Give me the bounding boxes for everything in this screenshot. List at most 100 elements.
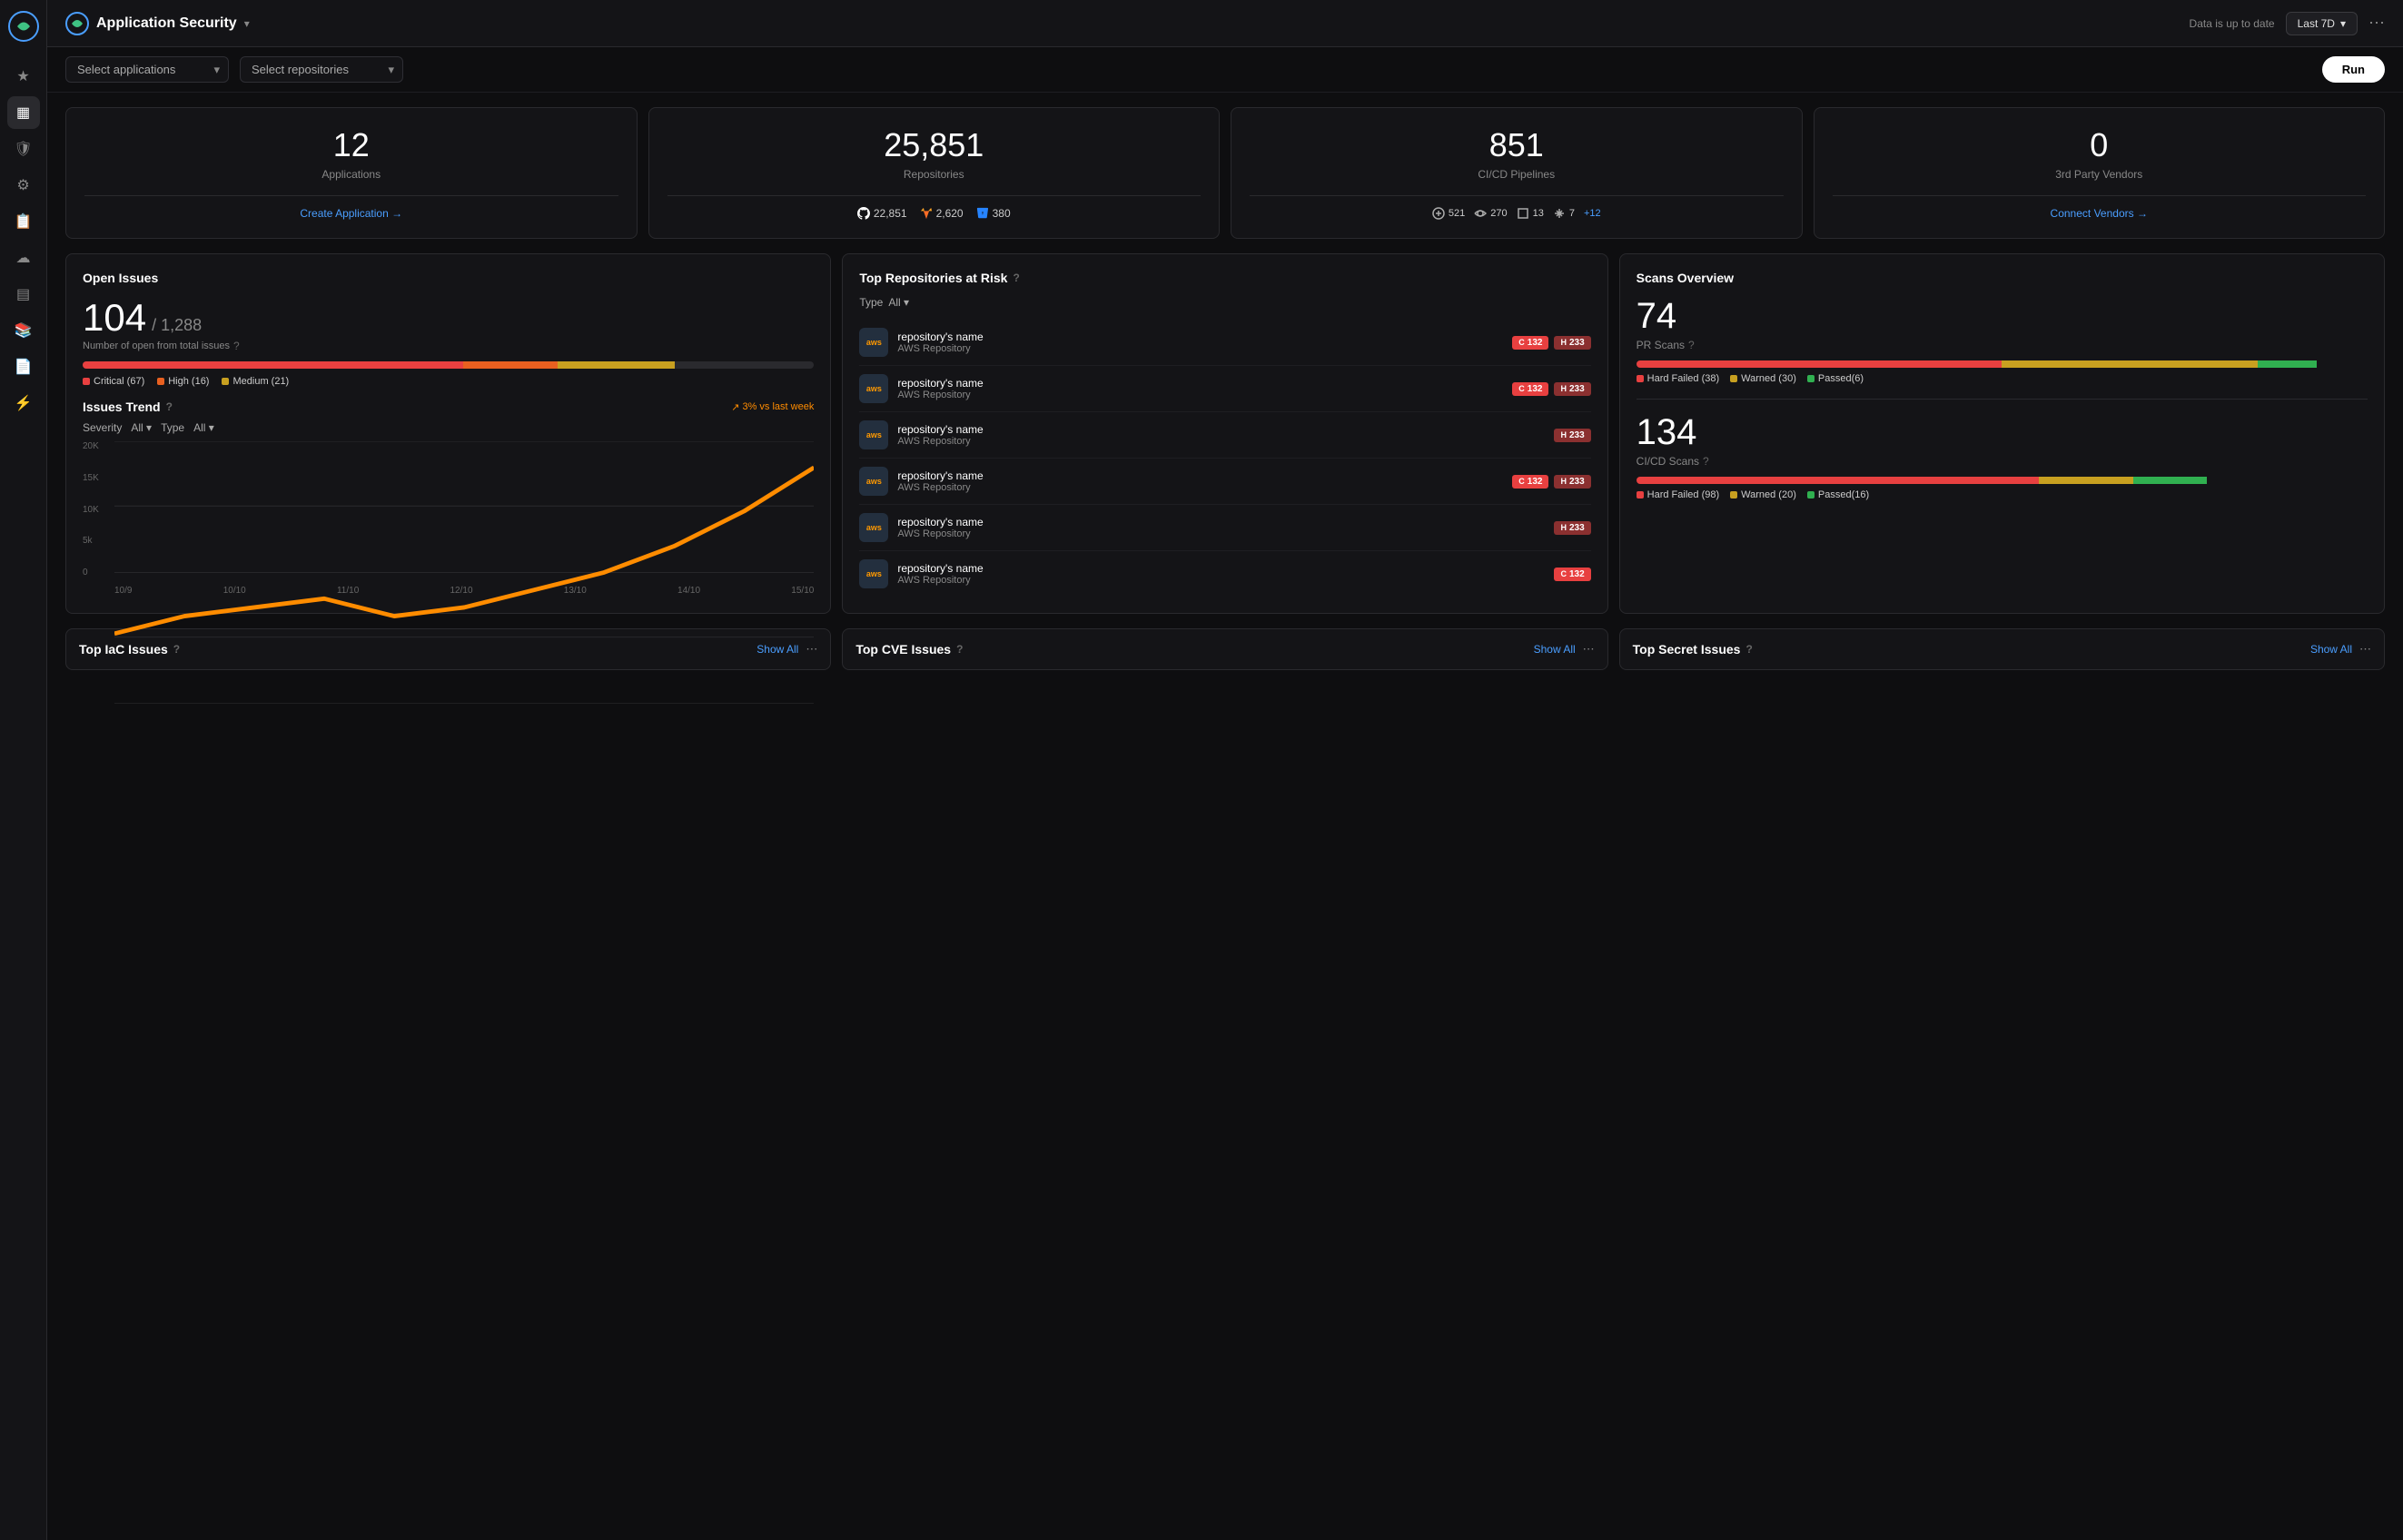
header-logo-icon [65,12,89,35]
sidebar-item-layers[interactable]: 📚 [7,314,40,347]
repo-item-1[interactable]: aws repository's name AWS Repository C 1… [859,320,1590,366]
pr-scans-section: 74 PR Scans ? Hard Failed (38) [1637,296,2368,384]
sidebar: ★ ▦ 🛡 ⚙ 📋 ☁ ▤ 📚 📄 ⚡ [0,0,47,1540]
sidebar-item-cloud[interactable]: ☁ [7,242,40,274]
top-secret-card: Top Secret Issues ? Show All ⋯ [1619,628,2385,670]
pr-scans-bar [1637,360,2368,368]
pr-warned-label: Warned (30) [1741,373,1796,384]
trend-label: vs last week [759,401,814,412]
repo-type-6: AWS Repository [897,575,1545,586]
open-issues-desc: Number of open from total issues ? [83,340,814,352]
create-application-link[interactable]: Create Application → [84,207,618,220]
cve-show-all[interactable]: Show All [1534,643,1576,656]
pr-passed-legend: Passed(6) [1807,373,1864,384]
title-chevron[interactable]: ▾ [244,17,250,30]
header-more-button[interactable]: ⋯ [2368,14,2385,33]
sidebar-item-grid[interactable]: ▤ [7,278,40,311]
cicd-item-2: 270 [1474,207,1507,220]
secret-help-icon[interactable]: ? [1745,643,1752,656]
legend-medium-dot [222,378,229,385]
cicd-scans-label: CI/CD Scans ? [1637,455,2368,468]
cicd-scans-help-icon[interactable]: ? [1703,455,1709,468]
cve-help-icon[interactable]: ? [956,643,963,656]
applications-select[interactable]: Select applications [65,56,229,83]
cicd-scans-bar [1637,477,2368,484]
secret-show-all[interactable]: Show All [2310,643,2352,656]
issues-trend-header: Issues Trend ? ↗ 3% vs last week [83,400,814,414]
cve-actions: Show All ⋯ [1534,642,1595,656]
repo-name-6: repository's name [897,562,1545,575]
repositories-label: Repositories [668,168,1202,181]
sidebar-item-home[interactable]: ★ [7,60,40,93]
pr-warned-bar [2002,360,2258,368]
repos-type-select[interactable]: All ▾ [888,296,909,309]
severity-filter[interactable]: All ▾ [131,421,152,434]
secret-more-button[interactable]: ⋯ [2359,642,2371,656]
cicd-scans-number: 134 [1637,412,2368,453]
cicd-scans-section: 134 CI/CD Scans ? Hard Failed (98) [1637,412,2368,500]
top-repos-help-icon[interactable]: ? [1013,271,1019,284]
applications-number: 12 [84,126,618,164]
badge-high-5: H 233 [1554,521,1590,535]
trend-arrow: ↗ [731,401,739,413]
toolbar: Select applications Select repositories … [47,47,2403,93]
repo-badges-3: H 233 [1554,429,1590,442]
github-icon [857,207,870,220]
page-content: 12 Applications Create Application → 25,… [47,93,2403,1540]
type-filter[interactable]: All ▾ [193,421,214,434]
secret-card-header: Top Secret Issues ? Show All ⋯ [1633,642,2371,656]
sidebar-item-reports[interactable]: 📋 [7,205,40,238]
repositories-select[interactable]: Select repositories [240,56,403,83]
repositories-icons: 22,851 2,620 380 [668,207,1202,220]
repo-info-4: repository's name AWS Repository [897,469,1503,493]
repo-item-6[interactable]: aws repository's name AWS Repository C 1… [859,551,1590,597]
repo-name-5: repository's name [897,516,1545,528]
app-logo [8,11,39,42]
issues-trend-chart: 20K 15K 10K 5k 0 [83,441,814,596]
connect-vendors-link[interactable]: Connect Vendors → [1833,207,2367,220]
applications-label: Applications [84,168,618,181]
repo-logo-3: aws [859,420,888,449]
badge-high-4: H 233 [1554,475,1590,489]
cicd-count-4: 7 [1569,208,1575,219]
run-button[interactable]: Run [2322,56,2385,83]
github-count: 22,851 [857,207,907,220]
sidebar-item-dashboard[interactable]: ▦ [7,96,40,129]
sidebar-item-settings[interactable]: ⚙ [7,169,40,202]
time-filter-button[interactable]: Last 7D ▾ [2286,12,2358,35]
open-issues-help-icon[interactable]: ? [233,340,240,352]
header-left: Application Security ▾ [65,12,250,35]
badge-critical-1: C 132 [1512,336,1548,350]
sidebar-item-security[interactable]: 🛡 [7,133,40,165]
sidebar-item-docs[interactable]: 📄 [7,350,40,383]
repo-item-4[interactable]: aws repository's name AWS Repository C 1… [859,459,1590,505]
repo-logo-1: aws [859,328,888,357]
pr-scans-label: PR Scans ? [1637,339,2368,351]
cve-more-button[interactable]: ⋯ [1583,642,1595,656]
repo-badges-1: C 132 H 233 [1512,336,1590,350]
repo-item-2[interactable]: aws repository's name AWS Repository C 1… [859,366,1590,412]
badge-high-1: H 233 [1554,336,1590,350]
repo-item-5[interactable]: aws repository's name AWS Repository H 2… [859,505,1590,551]
repo-item-3[interactable]: aws repository's name AWS Repository H 2… [859,412,1590,459]
repo-type-1: AWS Repository [897,343,1503,354]
data-status: Data is up to date [2190,17,2275,30]
top-repositories-card: Top Repositories at Risk ? Type All ▾ aw… [842,253,1607,614]
open-issues-progress [83,361,814,369]
issues-trend-title-text: Issues Trend [83,400,161,414]
gitlab-count-value: 2,620 [936,207,964,220]
scan-divider [1637,399,2368,400]
time-filter-label: Last 7D [2298,17,2335,30]
repo-badges-6: C 132 [1554,568,1590,581]
pr-scans-help-icon[interactable]: ? [1688,339,1695,351]
box-icon [1517,207,1529,220]
issues-trend-help-icon[interactable]: ? [166,400,173,413]
cicd-label: CI/CD Pipelines [1250,168,1784,181]
sidebar-item-integrations[interactable]: ⚡ [7,387,40,420]
cicd-warned-dot [1730,491,1737,499]
badge-high-3: H 233 [1554,429,1590,442]
issues-trend-title: Issues Trend ? [83,400,173,414]
gitlab-icon [920,207,933,220]
repo-type-3: AWS Repository [897,436,1545,447]
open-issues-current: 104 [83,296,146,340]
